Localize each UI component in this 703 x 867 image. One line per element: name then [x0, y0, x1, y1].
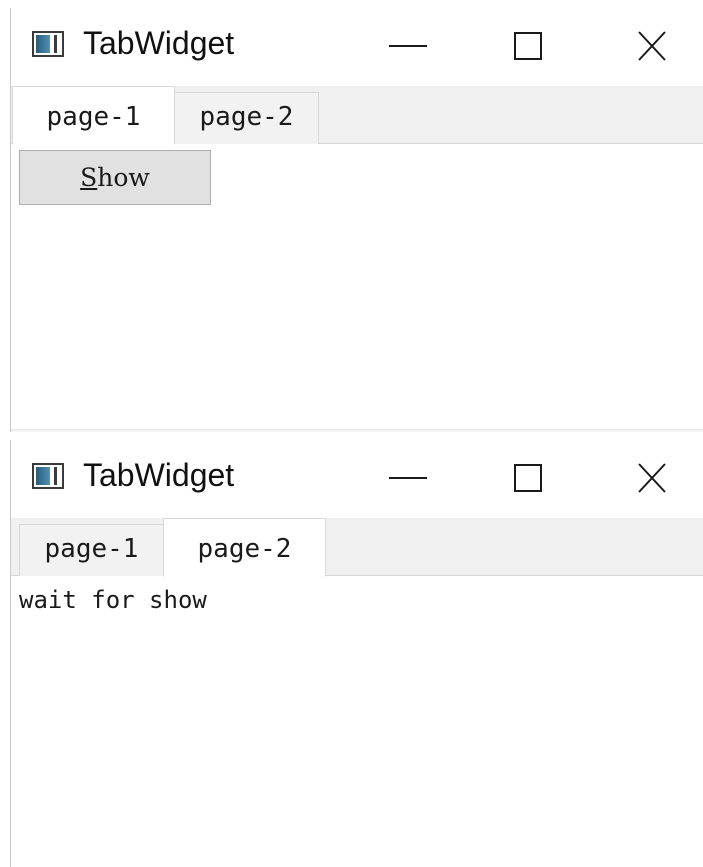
tab-page-1-content: Show [11, 144, 703, 429]
show-button[interactable]: Show [19, 150, 211, 205]
tab-bar: page-1 page-2 [11, 518, 703, 577]
tab-page-2[interactable]: page-2 [163, 518, 326, 577]
close-icon[interactable] [631, 460, 673, 496]
tab-page-1[interactable]: page-1 [19, 524, 164, 576]
minimize-icon[interactable] [387, 28, 429, 64]
show-button-label: how [97, 163, 150, 192]
maximize-icon[interactable] [507, 460, 549, 496]
tab-page-2[interactable]: page-2 [174, 92, 319, 144]
minimize-icon[interactable] [387, 460, 429, 496]
tab-bar: page-1 page-2 [11, 86, 703, 145]
wait-label: wait for show [19, 586, 207, 614]
title-bar[interactable]: TabWidget [11, 440, 703, 516]
app-window-icon [32, 31, 64, 57]
window-bottom-edge [11, 429, 703, 432]
title-bar[interactable]: TabWidget [11, 8, 703, 84]
window-title: TabWidget [83, 457, 235, 493]
window-title: TabWidget [83, 25, 235, 61]
show-button-mnemonic: S [80, 163, 98, 192]
close-icon[interactable] [631, 28, 673, 64]
tabwidget-window-page1: TabWidget page-1 page-2 Show [10, 8, 703, 432]
tabwidget-window-page2: TabWidget page-1 page-2 wait for show [10, 440, 703, 867]
tab-page-1[interactable]: page-1 [12, 86, 175, 145]
app-window-icon [32, 463, 64, 489]
tab-page-2-content: wait for show [11, 576, 703, 864]
maximize-icon[interactable] [507, 28, 549, 64]
